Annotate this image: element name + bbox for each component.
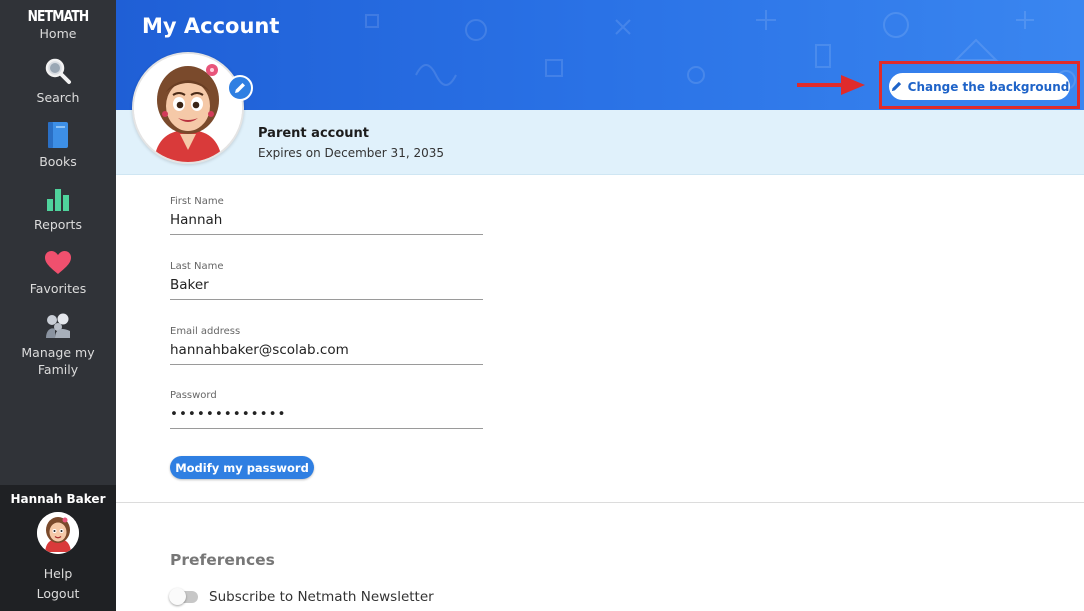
sidebar-item-family-label: Manage my Family <box>21 345 95 377</box>
sidebar-item-reports[interactable]: Reports <box>0 186 116 233</box>
avatar-girl-icon <box>37 512 79 554</box>
email-label: Email address <box>170 326 241 337</box>
heart-icon <box>45 251 71 274</box>
avatar[interactable] <box>37 512 79 554</box>
first-name-input[interactable]: Hannah <box>170 212 483 235</box>
first-name-field[interactable]: First Name Hannah <box>170 196 483 235</box>
last-name-field[interactable]: Last Name Baker <box>170 261 483 300</box>
pencil-icon <box>891 81 901 92</box>
logout-link[interactable]: Logout <box>0 586 116 601</box>
sidebar: NETMATH Home Search Books Reports Favori… <box>0 0 116 611</box>
account-info-bar: Parent account Expires on December 31, 2… <box>116 110 1084 175</box>
sidebar-item-books[interactable]: Books <box>0 121 116 170</box>
password-label: Password <box>170 390 217 401</box>
sidebar-item-home-label: Home <box>39 26 77 41</box>
preferences-heading: Preferences <box>170 551 275 569</box>
password-field[interactable]: Password ••••••••••••• <box>170 390 483 429</box>
sidebar-item-books-label: Books <box>39 154 77 169</box>
netmath-logo[interactable]: NETMATH <box>10 7 105 25</box>
user-name: Hannah Baker <box>10 492 106 506</box>
user-panel: Hannah Baker Help Logout <box>0 485 116 611</box>
bar-chart-icon <box>47 189 69 211</box>
change-background-button[interactable]: Change the background <box>889 73 1070 100</box>
email-field[interactable]: Email address hannahbaker@scolab.com <box>170 326 483 365</box>
account-type: Parent account <box>258 126 370 141</box>
profile-avatar[interactable] <box>132 52 244 164</box>
sidebar-item-favorites-label: Favorites <box>29 281 87 296</box>
pencil-icon <box>235 83 245 93</box>
family-icon <box>46 313 70 338</box>
section-divider <box>116 502 1084 503</box>
sidebar-item-family[interactable]: Manage my Family <box>0 312 116 378</box>
help-link[interactable]: Help <box>0 566 116 581</box>
newsletter-label: Subscribe to Netmath Newsletter <box>209 589 434 605</box>
email-input[interactable]: hannahbaker@scolab.com <box>170 342 483 365</box>
sidebar-item-favorites[interactable]: Favorites <box>0 250 116 297</box>
first-name-label: First Name <box>170 196 224 207</box>
annotation-arrow-icon <box>797 75 865 95</box>
newsletter-toggle[interactable] <box>169 588 198 605</box>
last-name-label: Last Name <box>170 261 224 272</box>
password-input[interactable]: ••••••••••••• <box>170 406 483 429</box>
book-icon <box>48 122 68 148</box>
sidebar-item-home[interactable]: Home <box>0 26 116 42</box>
last-name-input[interactable]: Baker <box>170 277 483 300</box>
magnifier-icon <box>45 58 71 84</box>
sidebar-item-reports-label: Reports <box>34 217 82 232</box>
toggle-knob <box>169 588 186 605</box>
account-expiry: Expires on December 31, 2035 <box>258 146 444 160</box>
sidebar-item-search[interactable]: Search <box>0 57 116 106</box>
avatar-girl-icon <box>134 54 242 162</box>
sidebar-item-search-label: Search <box>36 90 80 105</box>
change-background-label: Change the background <box>907 79 1070 94</box>
edit-avatar-button[interactable] <box>227 75 253 101</box>
page-title: My Account <box>142 14 280 38</box>
modify-password-button[interactable]: Modify my password <box>170 456 314 479</box>
